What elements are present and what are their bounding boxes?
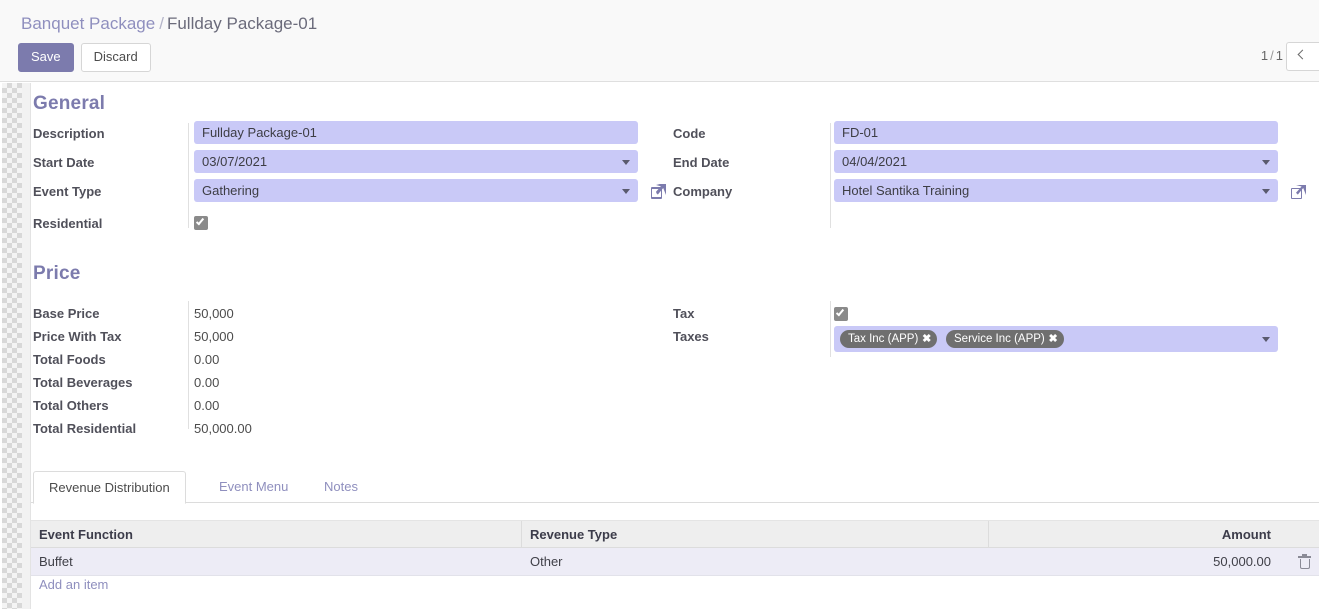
control-panel: Banquet Package / Fullday Package-01 Save D…: [0, 0, 1319, 82]
breadcrumb-separator: /: [159, 14, 164, 33]
field-label-base-price: Base Price: [33, 306, 100, 321]
tab-notes[interactable]: Notes: [309, 471, 373, 504]
residential-checkbox[interactable]: [194, 216, 208, 230]
breadcrumb-parent-link[interactable]: Banquet Package: [21, 14, 155, 33]
field-label-total-foods: Total Foods: [33, 352, 106, 367]
column-header-revenue-type[interactable]: Revenue Type: [530, 521, 617, 549]
transparency-gutter: [2, 83, 22, 609]
event-type-input[interactable]: Gathering: [194, 179, 638, 202]
cell-amount: 50,000.00: [1213, 554, 1271, 569]
total-others-value: 0.00: [194, 398, 220, 413]
start-date-value: 03/07/2021: [202, 154, 268, 169]
add-an-item-link[interactable]: Add an item: [39, 577, 108, 592]
form-sheet: General Description Fullday Package-01 S…: [31, 83, 1319, 609]
field-label-description: Description: [33, 126, 105, 141]
breadcrumb-current: Fullday Package-01: [166, 14, 318, 33]
field-label-total-residential: Total Residential: [33, 421, 137, 436]
start-date-input[interactable]: 03/07/2021: [194, 150, 638, 173]
field-label-price-with-tax: Price With Tax: [33, 329, 122, 344]
chevron-down-icon: [622, 189, 630, 194]
chevron-down-icon: [1262, 337, 1270, 342]
price-with-tax-value: 50,000: [194, 329, 234, 344]
tag-label: Tax Inc (APP): [848, 333, 919, 345]
chevron-left-icon: [1297, 49, 1308, 60]
end-date-input[interactable]: 04/04/2021: [834, 150, 1278, 173]
event-type-value: Gathering: [202, 183, 260, 198]
tag-label: Service Inc (APP): [954, 333, 1045, 345]
pager-separator: /: [1270, 48, 1274, 63]
tag-service-inc[interactable]: Service Inc (APP) ✖: [946, 330, 1064, 348]
total-beverages-value: 0.00: [194, 375, 220, 390]
tax-checkbox[interactable]: [834, 307, 848, 321]
check-icon: [835, 307, 845, 317]
total-residential-value: 50,000.00: [194, 421, 252, 436]
pager-total: 1: [1275, 48, 1283, 63]
company-input[interactable]: Hotel Santika Training: [834, 179, 1278, 202]
field-label-tax: Tax: [673, 306, 695, 321]
price-left-divider: [188, 301, 189, 429]
field-label-start-date: Start Date: [33, 155, 95, 170]
breadcrumb: Banquet Package / Fullday Package-01: [21, 13, 317, 35]
save-button[interactable]: Save: [18, 43, 74, 72]
column-divider: [521, 521, 522, 549]
check-icon: [195, 216, 205, 226]
sheet-left-margin: [22, 83, 31, 609]
trash-icon[interactable]: [1298, 554, 1311, 569]
price-right-divider: [830, 301, 831, 357]
record-pager: 1/1: [1261, 48, 1283, 63]
discard-button[interactable]: Discard: [80, 43, 151, 72]
general-section-title: General: [33, 93, 106, 114]
chevron-down-icon: [1262, 160, 1270, 165]
base-price-value: 50,000: [194, 306, 234, 321]
tag-tax-inc[interactable]: Tax Inc (APP) ✖: [840, 330, 938, 348]
cell-revenue-type: Other: [530, 554, 563, 569]
chevron-down-icon: [1262, 189, 1270, 194]
revenue-distribution-table: Event Function Revenue Type Amount Buffe…: [31, 520, 1319, 576]
price-section-title: Price: [33, 263, 81, 284]
general-right-divider: [830, 123, 831, 228]
field-label-code: Code: [673, 126, 706, 141]
company-external-link-icon[interactable]: [1291, 185, 1306, 200]
description-input[interactable]: Fullday Package-01: [194, 121, 638, 144]
pager-previous-button[interactable]: [1286, 42, 1319, 71]
table-row[interactable]: Buffet Other 50,000.00: [31, 548, 1319, 576]
close-icon[interactable]: ✖: [1049, 330, 1058, 348]
end-date-value: 04/04/2021: [842, 154, 908, 169]
field-label-total-others: Total Others: [33, 398, 109, 413]
field-label-end-date: End Date: [673, 155, 730, 170]
column-header-amount[interactable]: Amount: [1222, 521, 1271, 549]
form-action-buttons: Save Discard: [18, 43, 151, 72]
field-label-company: Company: [673, 184, 733, 199]
close-icon[interactable]: ✖: [922, 330, 931, 348]
field-label-taxes: Taxes: [673, 329, 709, 344]
field-label-event-type: Event Type: [33, 184, 102, 199]
tab-event-menu[interactable]: Event Menu: [204, 471, 303, 504]
company-value: Hotel Santika Training: [842, 183, 970, 198]
chevron-down-icon: [622, 160, 630, 165]
notebook-tabs: Revenue Distribution Event Menu Notes: [31, 471, 1319, 504]
general-left-divider: [188, 123, 189, 228]
total-foods-value: 0.00: [194, 352, 220, 367]
column-header-event-function[interactable]: Event Function: [39, 521, 133, 549]
taxes-tags-input[interactable]: Tax Inc (APP) ✖ Service Inc (APP) ✖: [834, 326, 1278, 352]
code-input[interactable]: FD-01: [834, 121, 1278, 144]
company-label-external-link-icon[interactable]: [651, 184, 666, 199]
field-label-total-beverages: Total Beverages: [33, 375, 133, 390]
field-label-residential: Residential: [33, 216, 103, 231]
cell-event-function: Buffet: [39, 554, 73, 569]
tab-revenue-distribution[interactable]: Revenue Distribution: [33, 471, 186, 504]
table-header-row: Event Function Revenue Type Amount: [31, 520, 1319, 549]
app-screen: Banquet Package / Fullday Package-01 Save D…: [0, 0, 1319, 609]
column-divider: [988, 521, 989, 549]
